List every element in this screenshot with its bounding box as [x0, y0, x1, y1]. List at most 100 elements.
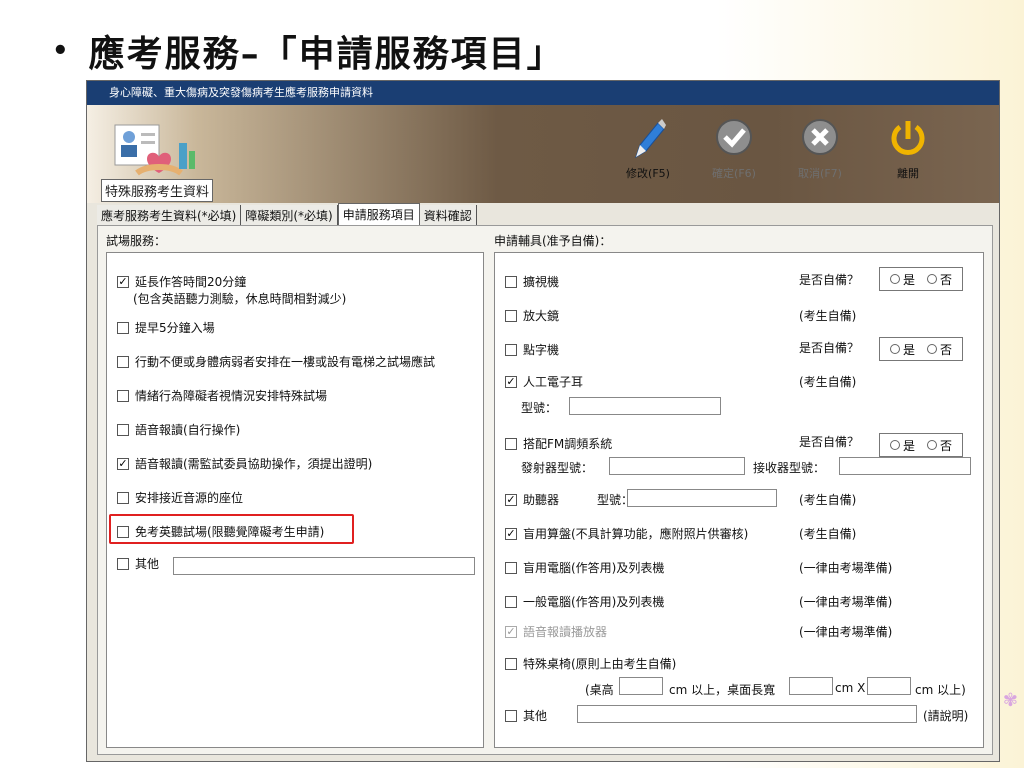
- radio[interactable]: [889, 274, 900, 284]
- option-label: 語音報讀(自行操作): [135, 423, 241, 437]
- tab-basic-info[interactable]: 應考服務考生資料(*必填): [97, 205, 242, 225]
- radio-no[interactable]: 否: [926, 341, 952, 358]
- self-provide-radio-group: 是 否: [879, 433, 963, 457]
- aid-blind-abacus[interactable]: 盲用算盤(不具計算功能，應附照片供審核): [505, 525, 748, 542]
- option-audio-self[interactable]: 語音報讀(自行操作): [117, 421, 240, 438]
- checkbox[interactable]: [505, 561, 517, 574]
- toolbar: 特殊服務考生資料 修改(F5) 確定(F6) 取消(F7) 離開: [87, 105, 999, 203]
- cochlear-model-input[interactable]: [569, 397, 721, 415]
- checkbox[interactable]: [117, 457, 129, 470]
- leave-button[interactable]: 離開: [873, 117, 943, 181]
- aid-special-desk[interactable]: 特殊桌椅(原則上由考生自備): [505, 655, 676, 672]
- checkbox[interactable]: [117, 389, 129, 402]
- checkbox[interactable]: [117, 321, 129, 334]
- option-other-service[interactable]: 其他: [117, 555, 159, 572]
- exam-services-label: 試場服務：: [106, 234, 167, 248]
- radio-yes-label: 是: [902, 342, 915, 357]
- aid-blind-computer[interactable]: 盲用電腦(作答用)及列表機: [505, 559, 664, 576]
- aid-note: (考生自備): [799, 527, 857, 541]
- option-label: 安排接近音源的座位: [135, 491, 244, 505]
- aid-note: (考生自備): [799, 493, 857, 507]
- option-ground-floor[interactable]: 行動不便或身體病弱者安排在一樓或設有電梯之試場應試: [117, 353, 435, 370]
- radio[interactable]: [926, 344, 937, 354]
- checkbox[interactable]: [117, 423, 129, 436]
- other-service-input[interactable]: [173, 557, 475, 575]
- aid-label: 盲用電腦(作答用)及列表機: [523, 561, 665, 575]
- option-audio-assisted[interactable]: 語音報讀(需監試委員協助操作，須提出證明): [117, 455, 372, 472]
- aid-label: 一般電腦(作答用)及列表機: [523, 595, 665, 609]
- exam-services-panel: 延長作答時間20分鐘 (包含英語聽力測驗，休息時間相對減少) 提早5分鐘入場 行…: [106, 252, 484, 748]
- checkbox[interactable]: [117, 557, 129, 570]
- aid-magnifying-glass[interactable]: 放大鏡: [505, 307, 559, 324]
- checkbox[interactable]: [117, 275, 129, 288]
- option-label: 延長作答時間20分鐘: [135, 275, 247, 289]
- option-special-room[interactable]: 情緒行為障礙者視情況安排特殊試場: [117, 387, 327, 404]
- aid-note: (一律由考場準備): [799, 625, 893, 639]
- aid-label: 點字機: [523, 343, 560, 357]
- desk-height-input[interactable]: [619, 677, 663, 695]
- slide-heading: 應考服務–「申請服務項目」: [88, 33, 565, 75]
- confirm-button[interactable]: 確定(F6): [699, 117, 769, 181]
- confirm-label: 確定(F6): [712, 167, 756, 180]
- checkbox[interactable]: [505, 343, 517, 356]
- receiver-model-input[interactable]: [839, 457, 971, 475]
- checkbox[interactable]: [505, 375, 517, 388]
- app-logo: 特殊服務考生資料: [101, 119, 214, 202]
- checkbox[interactable]: [505, 709, 517, 722]
- aid-note: (一律由考場準備): [799, 561, 893, 575]
- radio-yes[interactable]: 是: [889, 271, 915, 288]
- logo-label: 特殊服務考生資料: [101, 179, 214, 202]
- radio-no[interactable]: 否: [926, 437, 952, 454]
- radio-no[interactable]: 否: [926, 271, 952, 288]
- checkbox[interactable]: [505, 657, 517, 670]
- aid-braille-machine[interactable]: 點字機: [505, 341, 559, 358]
- checkbox: [505, 625, 517, 638]
- tab-bar: 應考服務考生資料(*必填) 障礙類別(*必填) 申請服務項目 資料確認: [97, 203, 477, 228]
- aid-general-computer[interactable]: 一般電腦(作答用)及列表機: [505, 593, 664, 610]
- radio-yes[interactable]: 是: [889, 341, 915, 358]
- aid-cochlear-implant[interactable]: 人工電子耳: [505, 373, 583, 390]
- radio[interactable]: [889, 344, 900, 354]
- cancel-button[interactable]: 取消(F7): [785, 117, 855, 181]
- checkbox[interactable]: [505, 275, 517, 288]
- self-provide-radio-group: 是 否: [879, 337, 963, 361]
- option-early-entry[interactable]: 提早5分鐘入場: [117, 319, 215, 336]
- tab-disability-category[interactable]: 障礙類別(*必填): [241, 205, 338, 225]
- radio-yes[interactable]: 是: [889, 437, 915, 454]
- aid-magnifier-machine[interactable]: 擴視機: [505, 273, 559, 290]
- radio[interactable]: [889, 440, 900, 450]
- option-near-sound[interactable]: 安排接近音源的座位: [117, 489, 243, 506]
- aid-fm-system[interactable]: 搭配FM調頻系統: [505, 435, 612, 452]
- aid-hearing-aid[interactable]: 助聽器: [505, 491, 559, 508]
- checkbox[interactable]: [117, 355, 129, 368]
- aid-other-input[interactable]: [577, 705, 917, 723]
- desk-width-input[interactable]: [867, 677, 911, 695]
- checkbox[interactable]: [505, 595, 517, 608]
- radio[interactable]: [926, 440, 937, 450]
- checkbox[interactable]: [505, 493, 517, 506]
- application-window: 身心障礙、重大傷病及突發傷病考生應考服務申請資料 特殊服務考生資料 修改(F5)…: [86, 80, 1000, 762]
- desk-length-input[interactable]: [789, 677, 833, 695]
- modify-button[interactable]: 修改(F5): [613, 117, 683, 181]
- please-explain-label: (請說明): [923, 709, 969, 723]
- tab-data-confirm[interactable]: 資料確認: [419, 205, 477, 225]
- aid-note: (一律由考場準備): [799, 595, 893, 609]
- checkbox[interactable]: [505, 309, 517, 322]
- checkbox[interactable]: [117, 491, 129, 504]
- extended-time-note: (包含英語聽力測驗，休息時間相對減少): [133, 292, 347, 306]
- checkbox[interactable]: [505, 527, 517, 540]
- aid-other[interactable]: 其他: [505, 707, 547, 724]
- desk-height-label: (桌高: [585, 683, 614, 697]
- people-heart-icon: [114, 124, 195, 176]
- option-extended-time[interactable]: 延長作答時間20分鐘: [117, 273, 246, 290]
- power-icon: [891, 121, 925, 155]
- checkbox[interactable]: [505, 437, 517, 450]
- hearing-aid-model-input[interactable]: [627, 489, 777, 507]
- model-label: 型號：: [521, 401, 558, 415]
- transmitter-model-input[interactable]: [609, 457, 745, 475]
- radio[interactable]: [926, 274, 937, 284]
- option-label: 提早5分鐘入場: [135, 321, 215, 335]
- cancel-label: 取消(F7): [798, 167, 842, 180]
- modify-label: 修改(F5): [626, 167, 670, 180]
- self-provide-question: 是否自備？: [799, 273, 860, 287]
